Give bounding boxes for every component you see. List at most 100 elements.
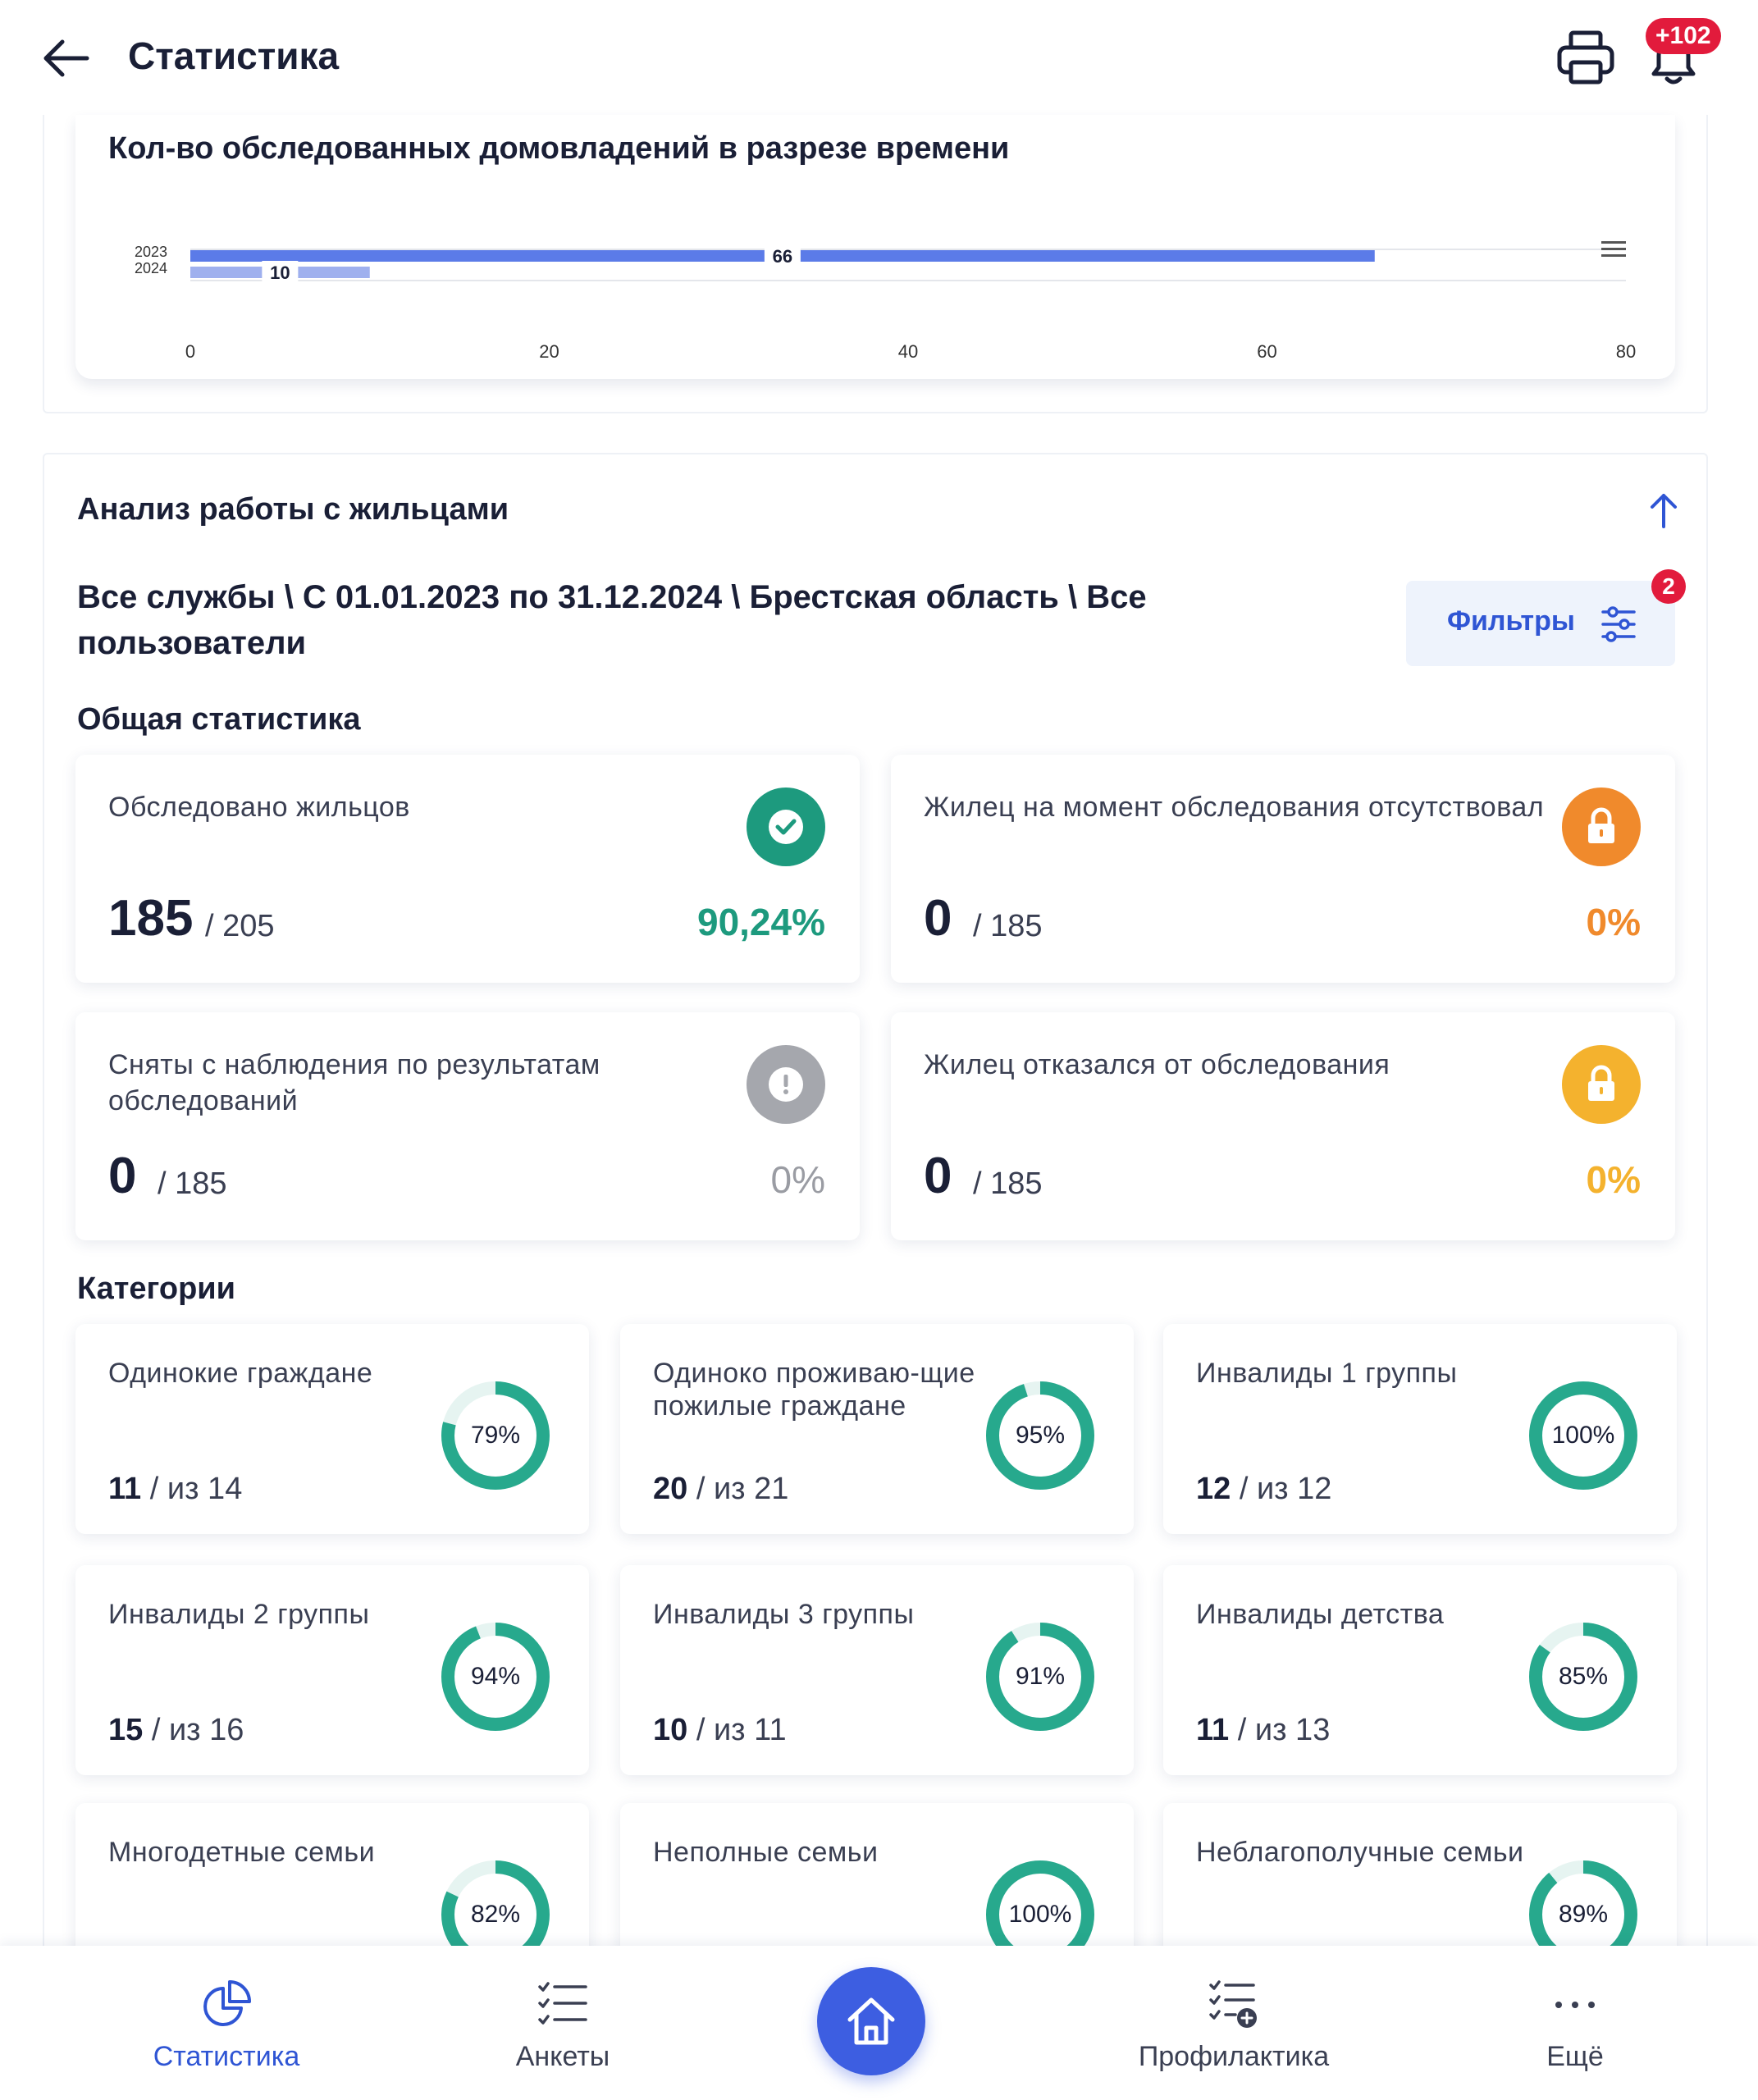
app-header: Статистика +102 xyxy=(0,0,1758,115)
stat-percent: 0% xyxy=(770,1158,825,1201)
category-count: 10 / из 11 xyxy=(653,1711,787,1749)
nav-item-statistics[interactable]: Статистика xyxy=(103,1979,349,2085)
category-count-value: 20 xyxy=(653,1472,688,1506)
lock-icon xyxy=(1562,1045,1641,1124)
print-button[interactable] xyxy=(1555,26,1617,89)
checklist-add-icon xyxy=(1209,1980,1257,2028)
category-label: Инвалиды 3 группы xyxy=(653,1599,915,1630)
progress-ring-label: 100% xyxy=(1551,1422,1615,1449)
progress-ring-label: 94% xyxy=(470,1663,521,1690)
category-count: 15 / из 16 xyxy=(108,1711,244,1749)
more-icon xyxy=(1555,2002,1595,2008)
progress-ring-label: 79% xyxy=(470,1422,521,1449)
category-label: Многодетные семьи xyxy=(108,1837,376,1868)
chart-category-label: 2023 xyxy=(135,244,167,260)
category-count-value: 11 xyxy=(108,1472,142,1506)
category-count-value: 12 xyxy=(1196,1472,1231,1506)
category-count-value: 10 xyxy=(653,1713,688,1747)
stat-card-absent: Жилец на момент обследования отсутствова… xyxy=(891,755,1675,983)
category-count: 11 / из 13 xyxy=(1196,1711,1330,1749)
analysis-title: Анализ работы с жильцами xyxy=(77,492,509,527)
arrow-up-icon xyxy=(1651,494,1677,528)
general-stats-title: Общая статистика xyxy=(77,702,361,737)
collapse-button[interactable] xyxy=(1642,489,1685,532)
stat-total: / 185 xyxy=(158,1166,227,1201)
category-count: 12 / из 12 xyxy=(1196,1470,1331,1508)
category-count-value: 11 xyxy=(1196,1713,1230,1747)
home-button[interactable] xyxy=(817,1967,925,2075)
pie-chart-icon xyxy=(203,1980,251,2026)
chart-menu-icon[interactable] xyxy=(1601,241,1626,257)
chart-data-label: 66 xyxy=(773,246,792,267)
category-count-total: / из 12 xyxy=(1239,1472,1332,1506)
category-card[interactable]: Одинокие граждане 11 / из 14 79% xyxy=(75,1324,589,1534)
chart-tick-label: 20 xyxy=(539,341,559,361)
stat-label: Сняты с наблюдения по результатам обслед… xyxy=(108,1049,600,1116)
chart-data-label: 10 xyxy=(270,262,290,283)
nav-label: Статистика xyxy=(153,2041,300,2072)
lock-icon xyxy=(1562,788,1641,866)
chart-title: Кол-во обследованных домовладений в разр… xyxy=(108,131,1010,166)
checklist-icon xyxy=(538,1982,587,2025)
stat-total: / 185 xyxy=(973,909,1043,943)
stat-card-examined: Обследовано жильцов 185 / 205 90,24% xyxy=(75,755,860,983)
category-label: Инвалиды 2 группы xyxy=(108,1599,370,1630)
category-card[interactable]: Одиноко проживаю-щие пожилые граждане 20 … xyxy=(620,1324,1134,1534)
stat-value: 0 xyxy=(924,890,952,947)
category-count-total: / из 16 xyxy=(151,1713,244,1747)
category-count-total: / из 21 xyxy=(696,1472,789,1506)
filters-button-label: Фильтры xyxy=(1447,605,1575,637)
filters-summary: Все службы \ С 01.01.2023 по 31.12.2024 … xyxy=(77,579,1147,661)
category-count: 20 / из 21 xyxy=(653,1470,788,1508)
category-card[interactable]: Инвалиды детства 11 / из 13 85% xyxy=(1163,1565,1677,1775)
stat-value: 0 xyxy=(924,1148,952,1204)
nav-item-more[interactable]: Ещё xyxy=(1452,1979,1698,2085)
progress-ring-label: 91% xyxy=(1015,1663,1066,1690)
category-count-total: / из 11 xyxy=(696,1713,787,1747)
category-label: Инвалиды детства xyxy=(1196,1599,1445,1630)
chart-category-label: 2024 xyxy=(135,260,167,276)
chart-tick-label: 40 xyxy=(898,341,918,361)
check-icon xyxy=(747,788,825,866)
stat-card-removed: Сняты с наблюдения по результатам обслед… xyxy=(75,1012,860,1240)
category-card[interactable]: Инвалиды 3 группы 10 / из 11 91% xyxy=(620,1565,1134,1775)
stat-label: Жилец отказался от обследования xyxy=(924,1049,1390,1080)
category-card[interactable]: Инвалиды 2 группы 15 / из 16 94% xyxy=(75,1565,589,1775)
chart-tick-label: 0 xyxy=(185,341,195,361)
filters-button[interactable]: Фильтры xyxy=(1406,581,1675,666)
nav-item-forms[interactable]: Анкеты xyxy=(440,1979,686,2085)
chart-tick-label: 60 xyxy=(1257,341,1276,361)
filters-count-badge: 2 xyxy=(1651,569,1686,604)
page-title: Статистика xyxy=(128,34,340,77)
stat-total: / 185 xyxy=(973,1166,1043,1201)
category-card[interactable]: Инвалиды 1 группы 12 / из 12 100% xyxy=(1163,1324,1677,1534)
stat-value: 185 xyxy=(108,890,194,947)
category-count-total: / из 14 xyxy=(149,1472,243,1506)
printer-icon xyxy=(1557,30,1614,84)
category-count-total: / из 13 xyxy=(1237,1713,1331,1747)
category-count: 11 / из 14 xyxy=(108,1470,242,1508)
back-button[interactable] xyxy=(38,30,95,87)
stat-total: / 205 xyxy=(205,909,275,943)
progress-ring-label: 95% xyxy=(1015,1422,1066,1449)
chart-card: Кол-во обследованных домовладений в разр… xyxy=(75,115,1675,379)
bar-chart: 66 10 0 20 40 60 80 20232024 xyxy=(135,241,1636,361)
stat-card-refused: Жилец отказался от обследования 0 / 185 … xyxy=(891,1012,1675,1240)
categories-title: Категории xyxy=(77,1271,236,1306)
chart-tick-label: 80 xyxy=(1616,341,1636,361)
nav-label: Профилактика xyxy=(1138,2041,1330,2072)
category-label: Неполные семьи xyxy=(653,1837,879,1868)
sliders-icon xyxy=(1601,606,1636,642)
category-label: Неблагополучные семьи xyxy=(1196,1837,1524,1868)
arrow-left-icon xyxy=(43,39,89,77)
home-icon xyxy=(847,1997,895,2045)
nav-label: Ещё xyxy=(1546,2041,1604,2072)
category-label: Одиноко проживаю-щие пожилые граждане xyxy=(653,1358,975,1422)
stat-percent: 90,24% xyxy=(696,901,825,943)
notifications-badge: +102 xyxy=(1646,18,1721,54)
stat-label: Жилец на момент обследования отсутствова… xyxy=(924,792,1545,823)
stat-percent: 0% xyxy=(1586,901,1641,943)
category-count-value: 15 xyxy=(108,1713,144,1747)
nav-item-prevention[interactable]: Профилактика xyxy=(1111,1979,1357,2085)
category-label: Одинокие граждане xyxy=(108,1358,373,1389)
